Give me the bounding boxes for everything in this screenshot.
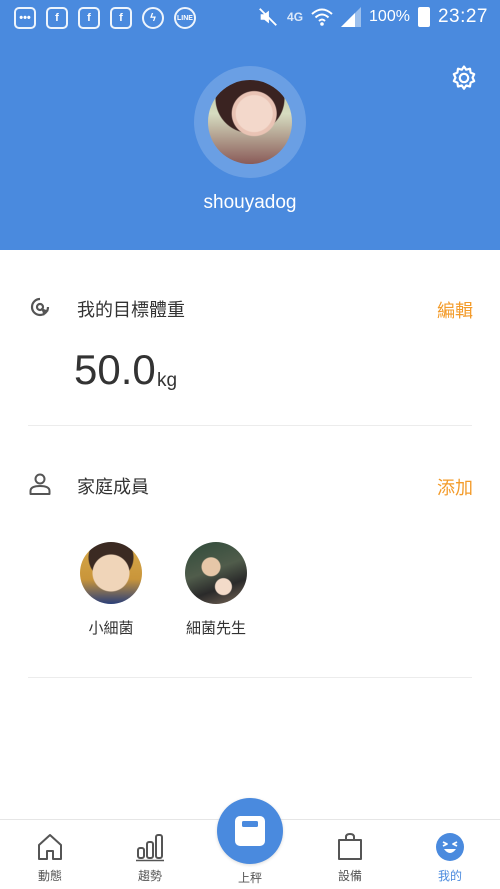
mute-icon [259, 8, 277, 26]
nav-label: 動態 [37, 869, 62, 883]
family-title: 家庭成員 [77, 477, 149, 498]
profile-header: ••• f f f ϟ LINE 4G 100% 23:27 shouyadog [0, 0, 500, 250]
username: shouyadog [203, 192, 297, 213]
nav-label: 設備 [337, 869, 362, 883]
divider [28, 677, 472, 678]
nav-label: 趨勢 [137, 869, 162, 883]
status-bar: ••• f f f ϟ LINE 4G 100% 23:27 [0, 0, 500, 36]
nav-item-trends[interactable]: 趨勢 [110, 820, 190, 889]
goal-weight-title: 我的目標體重 [77, 300, 185, 321]
weigh-label: 上秤 [237, 871, 262, 885]
goal-weight-value: 50.0 [74, 346, 156, 393]
member-avatar [80, 542, 142, 604]
signal-icon [341, 7, 362, 27]
facebook-notification-icon: f [110, 7, 132, 29]
home-icon [38, 834, 62, 860]
bar-chart-icon [136, 834, 164, 862]
family-member[interactable]: 細菌先生 [166, 542, 266, 638]
nav-label: 我的 [437, 869, 462, 883]
chat-notification-icon: ••• [14, 7, 36, 29]
battery-icon [417, 7, 430, 27]
scale-icon [235, 816, 265, 846]
family-member[interactable]: 小細菌 [61, 542, 161, 638]
add-member-button[interactable]: 添加 [437, 474, 473, 500]
nav-item-devices[interactable]: 設備 [310, 820, 390, 889]
system-status: 4G 100% 23:27 [257, 6, 488, 28]
goal-weight-unit: kg [157, 370, 178, 391]
wifi-icon [311, 8, 333, 26]
network-type: 4G [287, 10, 304, 24]
person-icon [29, 473, 51, 495]
settings-gear-icon[interactable] [450, 64, 478, 92]
member-name: 細菌先生 [185, 619, 246, 637]
line-notification-icon: LINE [174, 7, 196, 29]
facebook-notification-icon: f [78, 7, 100, 29]
weigh-button[interactable] [217, 798, 283, 864]
member-name: 小細菌 [88, 619, 134, 637]
user-avatar[interactable] [208, 80, 292, 164]
clock: 23:27 [437, 6, 488, 27]
smiley-icon [436, 833, 464, 861]
member-avatar [185, 542, 247, 604]
edit-goal-button[interactable]: 編輯 [437, 297, 473, 323]
nav-item-dynamics[interactable]: 動態 [10, 820, 90, 889]
nav-item-me[interactable]: 我的 [410, 820, 490, 889]
divider [28, 425, 472, 426]
battery-percent: 100% [369, 8, 410, 25]
target-icon [30, 297, 50, 317]
notification-icons: ••• f f f ϟ LINE [14, 7, 196, 29]
facebook-notification-icon: f [46, 7, 68, 29]
bag-icon [338, 832, 362, 860]
messenger-notification-icon: ϟ [142, 7, 164, 29]
